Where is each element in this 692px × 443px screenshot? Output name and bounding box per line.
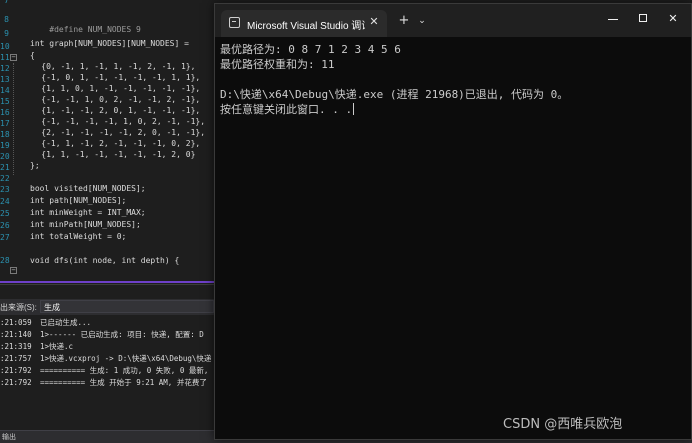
output-tab[interactable]: 输出 — [2, 432, 16, 442]
editor-gutter: 7 8 9 10 11 12 13 14 15 16 17 18 19 20 2… — [0, 0, 22, 282]
output-line: :21:319 1>快递.c — [0, 341, 73, 353]
code-line: }; — [30, 161, 40, 170]
code-line: {-1, -1, -1, -1, 1, 0, 2, -1, -1}, — [22, 117, 206, 126]
output-line: :21:792 ========== 生成 开始于 9:21 AM, 并花费了 — [0, 377, 207, 389]
line-number: 7 — [4, 0, 9, 5]
line-number: 12 — [0, 64, 10, 73]
output-text: ========== 生成: 1 成功, 0 失败, 0 最新, — [40, 366, 209, 375]
output-source-select[interactable]: 生成 — [40, 300, 214, 313]
code-line: {-1, 0, 1, -1, -1, -1, -1, 1, 1}, — [22, 73, 201, 82]
line-number: 8 — [4, 15, 9, 24]
terminal-line: 最优路径为: 0 8 7 1 2 3 4 5 6 — [220, 43, 401, 56]
output-text: ========== 生成 开始于 9:21 AM, 并花费了 — [40, 378, 207, 387]
code-line: {1, -1, -1, 2, 0, 1, -1, -1, -1}, — [22, 106, 201, 115]
code-line: {0, -1, 1, -1, 1, -1, 2, -1, 1}, — [22, 62, 196, 71]
line-number: 18 — [0, 130, 10, 139]
line-number: 24 — [0, 197, 10, 206]
code-line: int minWeight = INT_MAX; — [30, 208, 146, 217]
terminal-line: 最优路径权重和为: 11 — [220, 58, 335, 71]
code-line: {1, 1, 0, 1, -1, -1, -1, -1, -1}, — [22, 84, 201, 93]
line-number: 14 — [0, 86, 10, 95]
new-tab-button[interactable]: + — [397, 13, 411, 29]
line-number: 22 — [0, 174, 10, 183]
output-text: 1>快递.vcxproj -> D:\快递\x64\Debug\快递 — [40, 354, 212, 363]
output-source-label: 出来源(S): — [0, 303, 37, 312]
output-line: :21:140 1>------ 已启动生成: 项目: 快递, 配置: D — [0, 329, 204, 341]
tab-title: Microsoft Visual Studio 调试控制台 — [247, 21, 365, 32]
tab-close-icon[interactable]: ✕ — [367, 14, 381, 30]
output-text: 1>------ 已启动生成: 项目: 快递, 配置: D — [40, 330, 204, 339]
code-line: {2, -1, -1, -1, -1, 2, 0, -1, -1}, — [22, 128, 206, 137]
line-number: 15 — [0, 97, 10, 106]
line-number: 9 — [4, 29, 9, 38]
line-number: 11 — [0, 53, 10, 62]
minimize-button[interactable] — [599, 9, 627, 29]
debug-console-window[interactable]: Microsoft Visual Studio 调试控制台 ✕ + ⌄ ✕ 最优… — [214, 3, 692, 440]
line-number: 17 — [0, 119, 10, 128]
panel-splitter[interactable] — [0, 281, 214, 283]
line-number: 10 — [0, 42, 10, 51]
line-number: 23 — [0, 185, 10, 194]
code-line: int minPath[NUM_NODES]; — [30, 220, 141, 229]
code-line: {1, 1, -1, -1, -1, -1, -1, 2, 0} — [22, 150, 196, 159]
fold-collapse-icon[interactable]: − — [10, 267, 17, 274]
chevron-down-icon[interactable]: ⌄ — [415, 13, 429, 29]
terminal-output[interactable]: 最优路径为: 0 8 7 1 2 3 4 5 6 最优路径权重和为: 11 D:… — [215, 37, 691, 439]
output-timestamp: :21:140 — [0, 330, 32, 339]
line-number: 21 — [0, 163, 10, 172]
code-line: { — [30, 51, 35, 60]
line-number: 25 — [0, 209, 10, 218]
code-line: {-1, 1, -1, 2, -1, -1, -1, 0, 2}, — [22, 139, 201, 148]
fold-collapse-icon[interactable]: − — [10, 54, 17, 61]
line-number: 26 — [0, 221, 10, 230]
line-number: 19 — [0, 141, 10, 150]
indent-guide — [13, 63, 14, 175]
code-line: int path[NUM_NODES]; — [30, 196, 127, 205]
line-number: 13 — [0, 75, 10, 84]
terminal-icon — [229, 17, 240, 28]
define-directive: #define NUM_NODES 9 — [49, 25, 141, 34]
output-source-value: 生成 — [44, 303, 60, 312]
output-timestamp: :21:792 — [0, 378, 32, 387]
title-bar[interactable]: Microsoft Visual Studio 调试控制台 ✕ + ⌄ ✕ — [215, 4, 691, 37]
code-line: int graph[NUM_NODES][NUM_NODES] = — [30, 39, 189, 48]
output-text: 1>快递.c — [40, 342, 74, 351]
code-line: int totalWeight = 0; — [30, 232, 127, 241]
maximize-button[interactable] — [629, 9, 657, 29]
line-number: 16 — [0, 108, 10, 117]
output-text: 已启动生成... — [40, 318, 92, 327]
output-line: :21:757 1>快递.vcxproj -> D:\快递\x64\Debug\快… — [0, 353, 211, 365]
maximize-icon — [639, 14, 647, 22]
tab-debug-console[interactable]: Microsoft Visual Studio 调试控制台 ✕ — [221, 10, 387, 37]
output-line: :21:059 已启动生成... — [0, 317, 91, 329]
output-timestamp: :21:792 — [0, 366, 32, 375]
watermark: CSDN @西唯兵欧泡 — [503, 417, 623, 432]
output-line: :21:792 ========== 生成: 1 成功, 0 失败, 0 最新, — [0, 365, 208, 377]
line-number: 20 — [0, 152, 10, 161]
text-cursor — [353, 103, 355, 115]
code-line: void dfs(int node, int depth) { — [30, 256, 180, 265]
code-line: {-1, -1, 1, 0, 2, -1, -1, 2, -1}, — [22, 95, 201, 104]
output-timestamp: :21:059 — [0, 318, 32, 327]
line-number: 28 — [0, 256, 10, 265]
terminal-line: 按任意键关闭此窗口. . . — [220, 103, 355, 117]
terminal-prompt-text: 按任意键关闭此窗口. . . — [220, 103, 353, 116]
close-window-button[interactable]: ✕ — [659, 9, 687, 29]
terminal-line: D:\快递\x64\Debug\快递.exe (进程 21968)已退出, 代码… — [220, 88, 569, 101]
output-source-bar: 出来源(S): 生成 — [0, 299, 214, 315]
minimize-icon — [608, 19, 618, 20]
output-timestamp: :21:319 — [0, 342, 32, 351]
line-number: 27 — [0, 233, 10, 242]
code-line: bool visited[NUM_NODES]; — [30, 184, 146, 193]
output-timestamp: :21:757 — [0, 354, 32, 363]
